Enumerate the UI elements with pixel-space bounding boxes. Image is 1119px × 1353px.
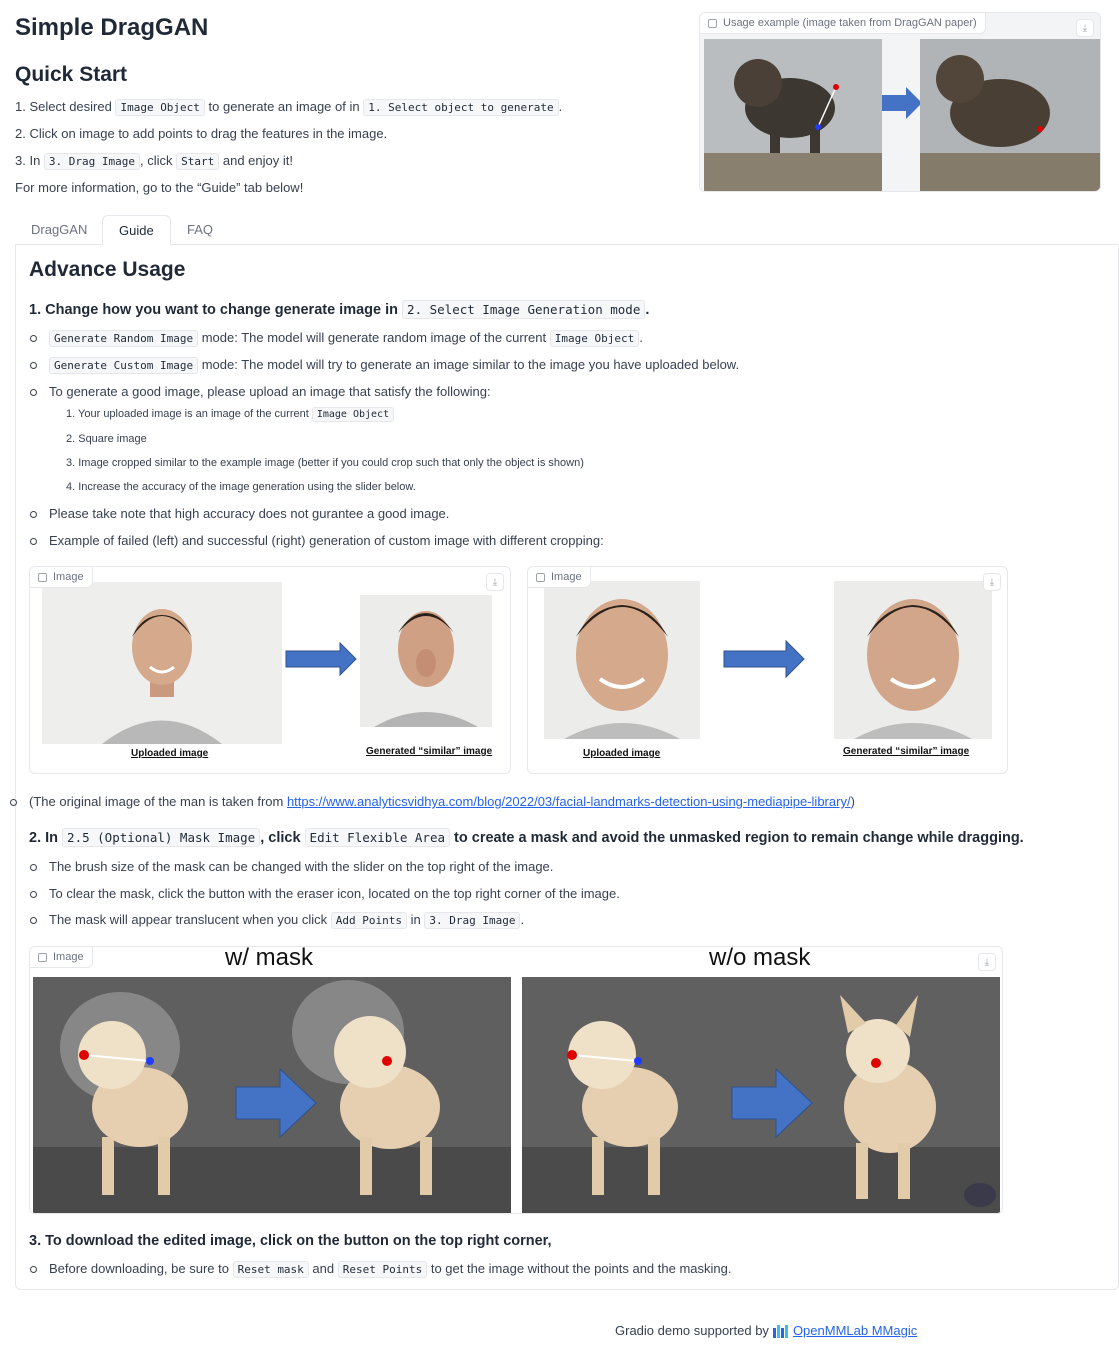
inline-code: Edit Flexible Area: [304, 828, 451, 847]
inline-code: Start: [176, 153, 220, 170]
openmmlab-link[interactable]: OpenMMLab MMagic: [793, 1323, 917, 1338]
inline-code: Image Object: [311, 407, 395, 422]
caption-uploaded: Uploaded image: [583, 748, 661, 759]
footer: Gradio demo supported by OpenMMLab MMagi…: [615, 1323, 918, 1338]
sub-item-1: 1. Your uploaded image is an image of th…: [66, 407, 395, 422]
tab-draggan[interactable]: DragGAN: [15, 215, 103, 245]
download-button[interactable]: ⤓: [1076, 19, 1094, 37]
inline-code: Image Object: [549, 330, 640, 347]
image-label: Usage example (image taken from DragGAN …: [700, 13, 986, 34]
inline-code: Reset Points: [337, 1261, 428, 1278]
advance-usage-heading: Advance Usage: [29, 258, 186, 281]
inline-code: 2.5 (Optional) Mask Image: [62, 828, 261, 847]
successful-example-image: Image ⤓ Uploaded image Generated “simila…: [527, 566, 1008, 774]
mask-comparison-image: Image ⤓ w/ mask w/o mask: [29, 946, 1003, 1214]
tab-bar: DragGAN Guide FAQ: [15, 215, 1119, 246]
inline-code: 3. Drag Image: [424, 912, 521, 929]
inline-code: Generate Custom Image: [49, 357, 199, 374]
tab-faq[interactable]: FAQ: [171, 215, 229, 245]
download-icon: ⤓: [1082, 22, 1088, 34]
bullet-clear-mask: To clear the mask, click the button with…: [30, 886, 620, 901]
inline-code: Add Points: [330, 912, 408, 929]
download-button[interactable]: ⤓: [486, 573, 504, 591]
bullet-mask-translucent: The mask will appear translucent when yo…: [29, 912, 525, 929]
caption-uploaded: Uploaded image: [131, 748, 209, 759]
download-button[interactable]: ⤓: [978, 953, 996, 971]
section-1-heading: 1. Change how you want to change generat…: [29, 300, 650, 319]
face-illustration-failed: [42, 582, 492, 744]
sub-item-2: 2. Square image: [66, 433, 147, 445]
caption-generated: Generated “similar” image: [366, 746, 493, 757]
bullet-good-image: To generate a good image, please upload …: [30, 384, 491, 399]
inline-code: 3. Drag Image: [43, 153, 141, 170]
section-3-heading: 3. To download the edited image, click o…: [29, 1233, 552, 1249]
image-label: Image: [30, 947, 93, 968]
image-source-note: (The original image of the man is taken …: [10, 794, 855, 809]
openmmlab-logo-icon: [772, 1324, 788, 1338]
usage-example-image: Usage example (image taken from DragGAN …: [699, 12, 1101, 192]
inline-code: 2. Select Image Generation mode: [402, 300, 646, 319]
page-title: Simple DragGAN: [15, 14, 209, 41]
sub-item-4: 4. Increase the accuracy of the image ge…: [66, 481, 416, 493]
guide-panel: Advance Usage 1. Change how you want to …: [10, 244, 1119, 1290]
image-icon: [38, 572, 47, 582]
image-icon: [536, 572, 545, 582]
mask-without-title: w/o mask: [709, 946, 811, 971]
caption-generated: Generated “similar” image: [843, 746, 970, 757]
image-label: Image: [30, 567, 93, 588]
quick-start-step-2: 2. Click on image to add points to drag …: [15, 126, 388, 141]
download-icon: ⤓: [989, 576, 995, 588]
image-label: Image: [528, 567, 591, 588]
section-2-heading: 2. In 2.5 (Optional) Mask Image, click E…: [29, 828, 1024, 847]
inline-code: Generate Random Image: [49, 330, 199, 347]
failed-example-image: Image ⤓ Uploaded image Generated “simila…: [29, 566, 511, 774]
bullet-before-download: Before downloading, be sure to Reset mas…: [29, 1261, 732, 1278]
source-link[interactable]: https://www.analyticsvidhya.com/blog/202…: [287, 794, 851, 809]
inline-code: Image Object: [115, 99, 205, 116]
bullet-example-note: Example of failed (left) and successful …: [30, 533, 604, 548]
image-icon: [38, 952, 47, 962]
download-icon: ⤓: [492, 576, 498, 588]
bullet-accuracy-note: Please take note that high accuracy does…: [29, 506, 450, 521]
quick-start-step-1: 1. Select desired Image Object to genera…: [15, 99, 563, 116]
dog-drag-illustration: [700, 13, 1100, 191]
inline-code: Reset mask: [232, 1261, 309, 1278]
quick-start-heading: Quick Start: [15, 63, 128, 86]
bullet-custom-mode: Generate Custom Image mode: The model wi…: [29, 357, 739, 374]
sub-item-3: 3. Image cropped similar to the example …: [66, 457, 584, 469]
quick-start-step-3: 3. In 3. Drag Image, click Start and enj…: [15, 153, 293, 170]
download-button[interactable]: ⤓: [983, 573, 1001, 591]
tab-guide[interactable]: Guide: [102, 215, 171, 246]
bullet-random-mode: Generate Random Image mode: The model wi…: [30, 330, 643, 347]
inline-code: 1. Select object to generate: [363, 99, 559, 116]
quick-start-more-info: For more information, go to the “Guide” …: [15, 180, 304, 195]
image-icon: [708, 18, 717, 28]
bullet-brush-size: The brush size of the mask can be change…: [29, 859, 554, 874]
mask-with-title: w/ mask: [225, 946, 314, 971]
face-illustration-success: [544, 581, 992, 739]
dog-mask-illustration: [30, 947, 1002, 1213]
download-icon: ⤓: [984, 956, 990, 968]
